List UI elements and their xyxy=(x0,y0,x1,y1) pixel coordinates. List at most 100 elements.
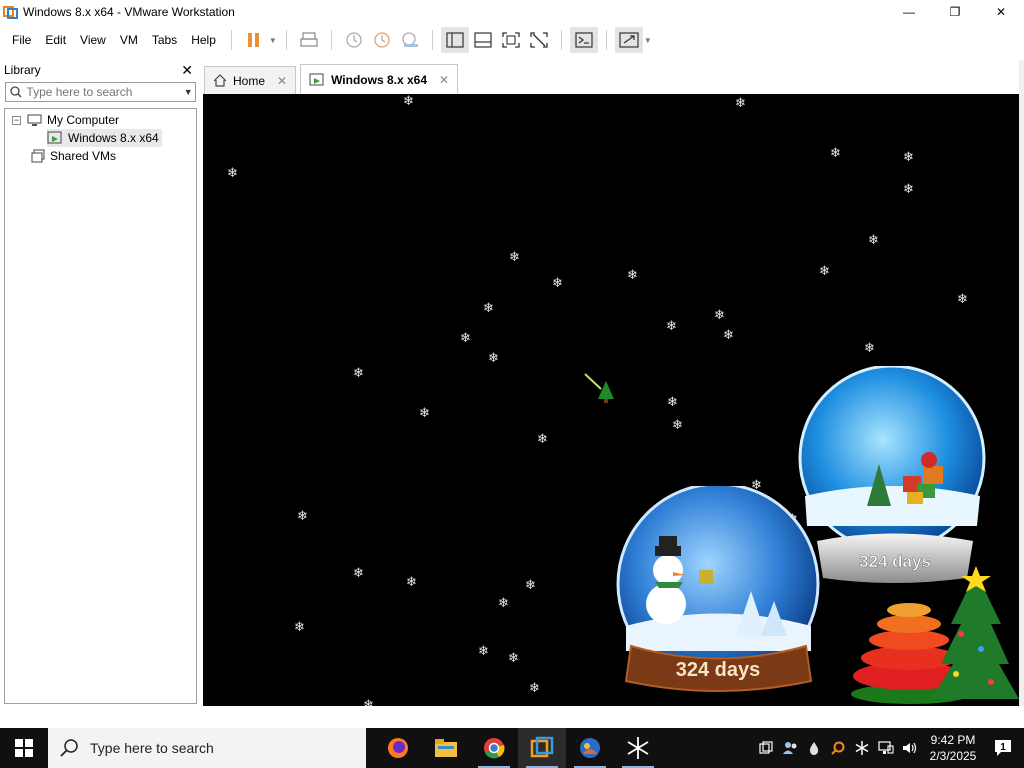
window-controls: — ❐ ✕ xyxy=(886,0,1024,24)
toolbar-separator xyxy=(285,30,287,50)
app-icon[interactable] xyxy=(566,728,614,768)
snowflake-icon: ❄ xyxy=(488,350,499,365)
snapshot-manager-icon[interactable] xyxy=(396,27,424,53)
show-library-icon[interactable] xyxy=(440,27,469,53)
library-tree: − My Computer Windows 8.x x64 Shared VMs xyxy=(4,108,197,704)
droplet-icon[interactable] xyxy=(802,728,826,768)
pause-dropdown-icon[interactable]: ▼ xyxy=(268,27,278,53)
console-view-icon[interactable] xyxy=(569,27,598,53)
menu-tabs[interactable]: Tabs xyxy=(145,26,184,54)
tab-bar: Home ✕ Windows 8.x x64 ✕ xyxy=(204,64,462,94)
system-tray: 9:42 PM 2/3/2025 1 xyxy=(754,728,1024,768)
revert-snapshot-icon[interactable] xyxy=(368,27,396,53)
tree-item-label: My Computer xyxy=(47,113,120,127)
volume-icon[interactable] xyxy=(898,728,922,768)
task-view-icon[interactable] xyxy=(754,728,778,768)
snowflake-icon: ❄ xyxy=(419,405,430,420)
search-icon xyxy=(60,739,78,757)
toolbar-separator xyxy=(605,30,607,50)
snowflake-icon: ❄ xyxy=(294,619,305,634)
stretch-dropdown-icon[interactable]: ▼ xyxy=(643,27,653,53)
taskbar-search[interactable]: Type here to search xyxy=(48,728,366,768)
title-bar: Windows 8.x x64 - VMware Workstation — ❐… xyxy=(0,0,1024,24)
firefox-icon[interactable] xyxy=(374,728,422,768)
snowflake-tray-icon[interactable] xyxy=(850,728,874,768)
tree-item-label: Windows 8.x x64 xyxy=(68,131,159,145)
toolbar-separator xyxy=(431,30,433,50)
menu-file[interactable]: File xyxy=(5,26,38,54)
menu-edit[interactable]: Edit xyxy=(38,26,73,54)
search-icon xyxy=(6,86,26,98)
snowflake-icon: ❄ xyxy=(723,327,734,342)
computer-icon xyxy=(27,113,42,127)
toolbar-separator xyxy=(560,30,562,50)
tree-item-label: Shared VMs xyxy=(50,149,117,163)
tab-close-icon[interactable]: ✕ xyxy=(439,73,449,87)
tab-label: Windows 8.x x64 xyxy=(331,72,428,87)
snowflake-icon: ❄ xyxy=(529,680,540,695)
vm-edge xyxy=(1019,60,1024,708)
snowflake-icon: ❄ xyxy=(353,565,364,580)
snowflake-icon: ❄ xyxy=(868,232,879,247)
snow-globe-right: 324 days xyxy=(795,364,995,586)
snowflake-icon: ❄ xyxy=(537,431,548,446)
clock[interactable]: 9:42 PM 2/3/2025 xyxy=(922,732,984,764)
full-screen-icon[interactable] xyxy=(497,27,525,53)
snowflake-icon: ❄ xyxy=(667,394,678,409)
tab-home[interactable]: Home ✕ xyxy=(204,66,297,94)
network-icon[interactable] xyxy=(874,728,898,768)
snowflake-icon: ❄ xyxy=(666,318,677,333)
vm-console[interactable]: ❄❄❄❄❄❄❄❄❄❄❄❄❄❄❄❄❄❄❄❄❄❄❄❄❄❄❄❄❄❄❄❄❄❄❄❄ xyxy=(203,94,1019,706)
vm-running-icon xyxy=(47,131,63,145)
snowflake-icon: ❄ xyxy=(353,365,364,380)
snowflake-icon: ❄ xyxy=(672,417,683,432)
library-close-button[interactable]: ✕ xyxy=(181,62,193,79)
snowflake-icon: ❄ xyxy=(478,643,489,658)
tree-item-my-computer[interactable]: − My Computer xyxy=(12,111,119,129)
toolbar-separator xyxy=(330,30,332,50)
library-search-input[interactable] xyxy=(26,85,182,99)
toolbar-separator xyxy=(230,30,232,50)
notification-count: 1 xyxy=(1000,742,1006,753)
snowflake-icon: ❄ xyxy=(227,165,238,180)
vmware-icon[interactable] xyxy=(518,728,566,768)
taskbar-apps xyxy=(374,728,662,768)
snowflake-icon: ❄ xyxy=(830,145,841,160)
library-search[interactable]: ▼ xyxy=(5,82,196,102)
snapshot-icon[interactable] xyxy=(340,27,368,53)
tree-item-vm[interactable]: Windows 8.x x64 xyxy=(47,129,162,147)
pause-icon[interactable] xyxy=(240,27,268,53)
tab-close-icon[interactable]: ✕ xyxy=(277,74,287,88)
send-keys-icon[interactable] xyxy=(295,27,323,53)
tab-label: Home xyxy=(233,73,266,88)
start-button[interactable] xyxy=(0,728,48,768)
unity-icon[interactable] xyxy=(525,27,553,53)
notification-center-icon[interactable]: 1 xyxy=(984,728,1024,768)
snowflake-icon: ❄ xyxy=(819,263,830,278)
menu-help[interactable]: Help xyxy=(184,26,223,54)
chrome-icon[interactable] xyxy=(470,728,518,768)
vm-running-icon xyxy=(309,72,325,87)
magnifier-icon[interactable] xyxy=(826,728,850,768)
close-button[interactable]: ✕ xyxy=(978,0,1024,24)
chevron-down-icon[interactable]: ▼ xyxy=(181,87,195,97)
snowflake-icon: ❄ xyxy=(406,574,417,589)
file-explorer-icon[interactable] xyxy=(422,728,470,768)
tab-vm[interactable]: Windows 8.x x64 ✕ xyxy=(300,64,459,94)
globe-left-text: 324 days xyxy=(676,659,761,681)
snowflake-icon: ❄ xyxy=(498,595,509,610)
menu-view[interactable]: View xyxy=(73,26,113,54)
collapse-toggle-icon[interactable]: − xyxy=(12,115,21,125)
thumbnail-bar-icon[interactable] xyxy=(469,27,497,53)
maximize-button[interactable]: ❐ xyxy=(932,0,978,24)
tree-item-shared-vms[interactable]: Shared VMs xyxy=(31,147,116,165)
library-title: Library xyxy=(4,63,41,77)
minimize-button[interactable]: — xyxy=(886,0,932,24)
people-icon[interactable] xyxy=(778,728,802,768)
snowflake-icon: ❄ xyxy=(864,340,875,355)
snowflake-icon: ❄ xyxy=(552,275,563,290)
snowflake-icon: ❄ xyxy=(508,650,519,665)
menu-vm[interactable]: VM xyxy=(113,26,145,54)
stretch-icon[interactable] xyxy=(614,27,643,53)
snowflake-app-icon[interactable] xyxy=(614,728,662,768)
